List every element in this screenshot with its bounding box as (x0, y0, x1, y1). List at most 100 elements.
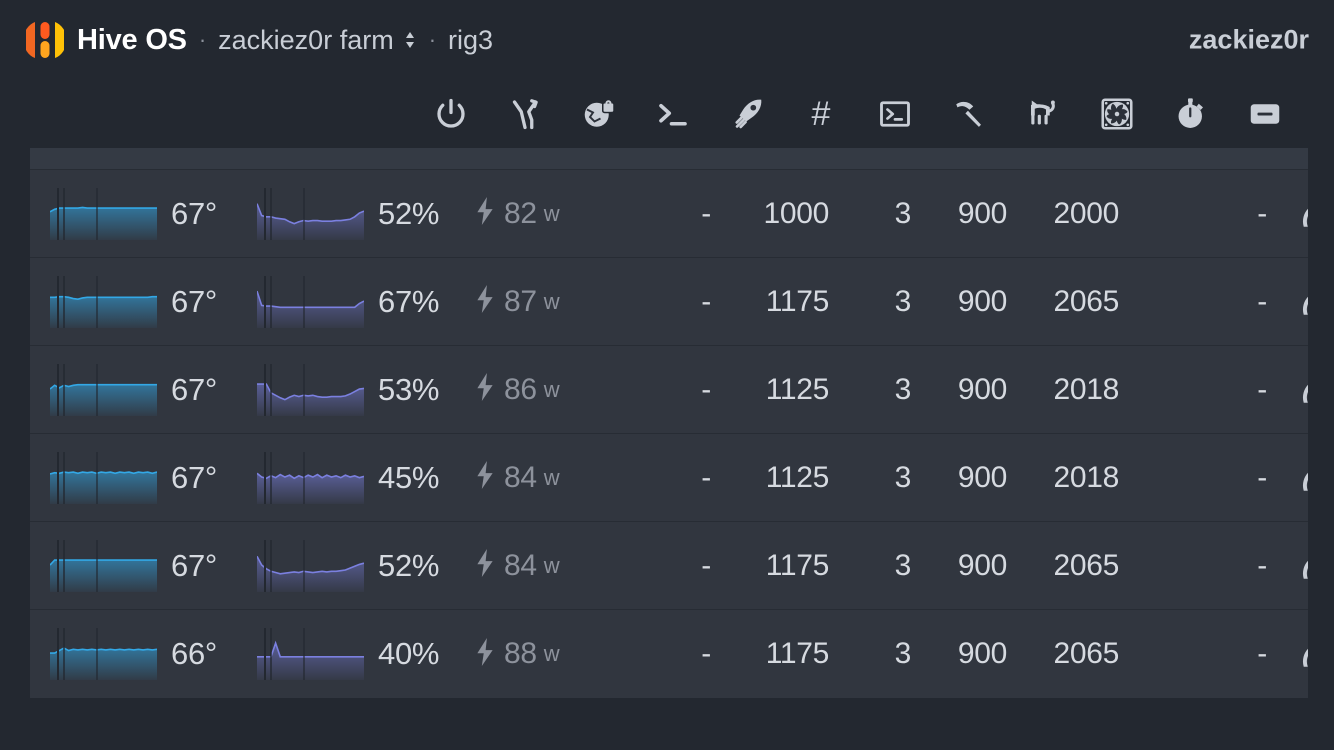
console-box-icon (877, 96, 913, 132)
stopwatch-icon-button[interactable] (1154, 85, 1228, 143)
overclock-gauge-icon-button[interactable] (1267, 373, 1308, 407)
gpu-table: 67° 52% 82 w -1000 3 900 2000-67° 67% 87 w -1175 3 90… (30, 148, 1308, 698)
power-unit: w (543, 464, 560, 490)
power-cell: 82 w (469, 197, 639, 231)
watchdog-icon-button[interactable] (1006, 85, 1080, 143)
overclock-gauge-icon-button[interactable] (1267, 461, 1308, 495)
hashtag-icon-button[interactable]: # (784, 85, 858, 143)
farm-selector-label[interactable]: zackiez0r farm (218, 25, 394, 56)
memory-clock-value: 900 (957, 637, 1007, 670)
table-header-strip (30, 148, 1308, 170)
pwm-value: 3 (894, 548, 912, 582)
overclock-gauge-icon-button[interactable] (1267, 197, 1308, 231)
load-value: 52% (378, 195, 440, 231)
memory-clock-value: 900 (957, 372, 1007, 406)
table-row[interactable]: 67° 52% 82 w - 1000 3 900 2000 - (30, 170, 1308, 258)
load-value: 40% (378, 636, 440, 671)
load-sparkline (257, 187, 364, 240)
fan-rpm-value: 1125 (765, 372, 830, 406)
table-row[interactable]: 67° 52% 84 w - 1175 3 900 2065 - (30, 522, 1308, 610)
temperature-value: 67° (171, 283, 217, 319)
load-value: 67% (378, 283, 440, 319)
memory-clock-value: 900 (957, 284, 1007, 318)
rocket-icon (729, 96, 765, 132)
bolt-icon (475, 285, 495, 318)
bolt-icon (475, 549, 495, 582)
power-unit: w (543, 552, 560, 578)
dash-cell-2: - (1257, 460, 1267, 494)
temperature-sparkline (50, 628, 157, 680)
overclock-gauge-icon-button[interactable] (1267, 637, 1308, 671)
fan-rpm-value: 1000 (763, 196, 829, 230)
core-clock-value: 2065 (1053, 284, 1119, 318)
hive-os-logo-icon (23, 18, 67, 62)
rocket-icon-button[interactable] (710, 85, 784, 143)
dash-cell-1: - (701, 284, 711, 318)
dash-cell-1: - (701, 372, 711, 406)
load-sparkline (257, 451, 364, 504)
app-header: Hive OS · zackiez0r farm · rig3 zackiez0… (0, 0, 1334, 80)
power-value: 84 (504, 548, 537, 582)
breadcrumb-separator-1: · (198, 27, 207, 52)
temperature-value: 67° (171, 195, 217, 231)
load-value: 45% (378, 459, 440, 495)
table-row[interactable]: 67° 53% 86 w - 1125 3 900 2018 - (30, 346, 1308, 434)
fan-rpm-value: 1125 (765, 460, 830, 494)
globe-lock-icon (581, 96, 617, 132)
memory-clock-value: 900 (957, 196, 1007, 230)
dash-cell-2: - (1257, 372, 1267, 406)
pwm-value: 3 (894, 196, 912, 230)
core-clock-value: 2065 (1053, 548, 1119, 582)
core-clock-value: 2018 (1053, 460, 1119, 494)
rig-name-label[interactable]: rig3 (448, 25, 493, 56)
temperature-sparkline (50, 539, 157, 592)
dash-cell-2: - (1257, 637, 1267, 670)
bolt-icon (475, 197, 495, 230)
breadcrumb-separator-2: · (428, 27, 437, 52)
chevron-updown-icon[interactable] (403, 27, 417, 53)
power-value: 86 (504, 372, 537, 406)
fan-icon-button[interactable] (1080, 85, 1154, 143)
power-value: 88 (504, 637, 537, 670)
pwm-value: 3 (894, 460, 912, 494)
load-sparkline (257, 363, 364, 416)
power-unit: w (543, 376, 560, 402)
terminal-prompt-icon-button[interactable] (636, 85, 710, 143)
action-toolbar: # (0, 80, 1334, 148)
hashtag-icon: # (811, 95, 831, 133)
load-sparkline (257, 275, 364, 328)
overclock-gauge-icon-button[interactable] (1267, 285, 1308, 319)
console-box-icon-button[interactable] (858, 85, 932, 143)
table-row[interactable]: 66° 40% 88 w - 1175 3 900 2065 - (30, 610, 1308, 698)
watchdog-icon (1025, 96, 1061, 132)
fan-icon (1099, 96, 1135, 132)
power-icon-button[interactable] (414, 85, 488, 143)
power-cell: 86 w (469, 373, 639, 407)
globe-lock-icon-button[interactable] (562, 85, 636, 143)
load-sparkline (257, 539, 364, 592)
table-row[interactable]: 67° 45% 84 w - 1125 3 900 2018 - (30, 434, 1308, 522)
power-unit: w (543, 288, 560, 314)
minus-box-icon-button[interactable] (1228, 85, 1302, 143)
dash-cell-2: - (1257, 284, 1267, 318)
pickaxe-icon-button[interactable] (932, 85, 1006, 143)
temperature-value: 67° (171, 547, 217, 583)
dash-cell-1: - (701, 196, 711, 230)
pwm-value: 3 (894, 637, 912, 670)
fan-rpm-value: 1175 (765, 284, 830, 318)
minus-box-icon (1247, 96, 1283, 132)
fan-rpm-value: 1175 (765, 548, 830, 582)
pwm-value: 3 (894, 284, 912, 318)
shuffle-icon-button[interactable] (488, 85, 562, 143)
temperature-value: 67° (171, 459, 217, 495)
user-account-label[interactable]: zackiez0r (1189, 25, 1309, 56)
power-cell: 88 w (469, 637, 639, 671)
dash-cell-1: - (701, 637, 711, 670)
bolt-icon (475, 461, 495, 494)
shuffle-icon (507, 96, 543, 132)
temperature-sparkline (50, 363, 157, 416)
overclock-gauge-icon-button[interactable] (1267, 549, 1308, 583)
bolt-icon (475, 373, 495, 406)
core-clock-value: 2018 (1053, 372, 1119, 406)
table-row[interactable]: 67° 67% 87 w - 1175 3 900 2065 - (30, 258, 1308, 346)
